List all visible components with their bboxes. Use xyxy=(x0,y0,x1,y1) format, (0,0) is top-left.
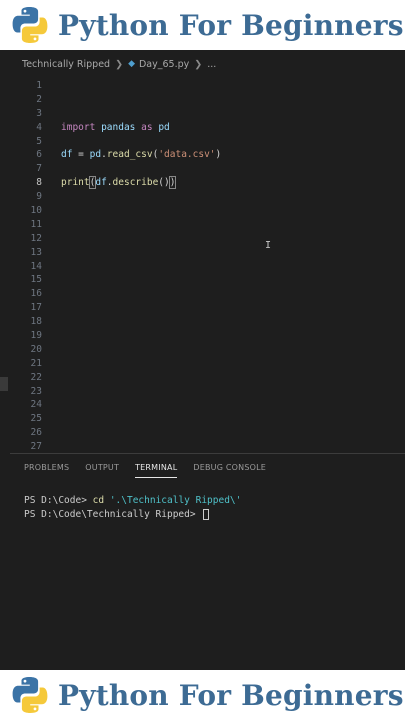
chevron-right-icon: ❯ xyxy=(194,58,203,70)
line-number: 27 xyxy=(30,441,42,453)
line-number-active: 8 xyxy=(36,177,42,189)
line-number: 11 xyxy=(30,218,42,230)
banner-title: Python For Beginners xyxy=(58,678,404,712)
code-line-read-csv[interactable]: df = pd.read_csv('data.csv') xyxy=(61,148,405,162)
line-number: 16 xyxy=(30,288,42,300)
terminal-prompt: PS D:\Code\Technically Ripped> xyxy=(24,509,202,520)
operator: = xyxy=(72,149,90,161)
function-describe: describe xyxy=(112,177,159,189)
line-number: 25 xyxy=(30,413,42,425)
line-number: 24 xyxy=(30,399,42,411)
terminal-cursor xyxy=(203,509,210,520)
line-number: 12 xyxy=(30,232,42,244)
line-number: 2 xyxy=(36,93,42,105)
banner-title: Python For Beginners xyxy=(58,8,404,42)
terminal[interactable]: PS D:\Code> cd '.\Technically Ripped\' P… xyxy=(10,480,405,522)
code-line-import[interactable]: import pandas as pd xyxy=(61,121,405,135)
object-pd: pd xyxy=(89,149,102,161)
line-number: 5 xyxy=(36,135,42,147)
code-line[interactable] xyxy=(61,93,405,107)
line-number: 14 xyxy=(30,260,42,272)
breadcrumb-folder[interactable]: Technically Ripped xyxy=(22,59,110,70)
call-parens: () xyxy=(158,177,170,189)
line-number: 3 xyxy=(36,107,42,119)
variable-df: df xyxy=(61,149,73,161)
chevron-right-icon: ❯ xyxy=(115,58,124,70)
tab-debug-console[interactable]: DEBUG CONSOLE xyxy=(193,457,266,477)
scrollbar-thumb[interactable] xyxy=(0,377,8,391)
bottom-banner: Python For Beginners xyxy=(0,670,405,720)
terminal-argument: '.\Technically Ripped\' xyxy=(109,495,242,506)
module-name: pandas xyxy=(101,121,136,133)
line-number: 10 xyxy=(30,205,42,217)
python-logo-icon xyxy=(12,677,48,713)
breadcrumb: Technically Ripped ❯ ◆ Day_65.py ❯ ... xyxy=(0,50,405,78)
code-line[interactable] xyxy=(61,107,405,121)
line-number: 13 xyxy=(30,246,42,258)
line-number: 20 xyxy=(30,343,42,355)
line-number: 4 xyxy=(36,121,42,133)
python-logo-icon xyxy=(12,7,48,43)
module-alias: pd xyxy=(158,121,170,133)
line-number: 9 xyxy=(36,191,42,203)
code-line[interactable] xyxy=(61,135,405,149)
panel-tabs: PROBLEMS OUTPUT TERMINAL DEBUG CONSOLE xyxy=(10,454,405,480)
function-print: print xyxy=(61,177,90,189)
tab-terminal[interactable]: TERMINAL xyxy=(135,457,178,478)
code-line[interactable] xyxy=(61,162,405,176)
python-file-icon: ◆ xyxy=(128,59,135,69)
line-number: 1 xyxy=(36,80,42,91)
text-cursor xyxy=(175,176,177,189)
tab-problems[interactable]: PROBLEMS xyxy=(24,457,69,477)
line-number: 26 xyxy=(30,427,42,439)
keyword-import: import xyxy=(61,121,96,133)
line-number-gutter: 1 2 3 4 5 6 7 8 9 10 11 12 13 14 15 16 1… xyxy=(0,79,48,454)
function-read-csv: read_csv xyxy=(106,149,153,161)
line-number: 15 xyxy=(30,274,42,286)
terminal-prompt: PS D:\Code> xyxy=(24,495,93,506)
line-number: 7 xyxy=(36,163,42,175)
breadcrumb-file[interactable]: Day_65.py xyxy=(139,59,189,70)
paren-close: ) xyxy=(215,149,222,161)
line-number: 6 xyxy=(36,149,42,161)
mouse-ibeam-icon: I xyxy=(265,240,272,251)
tab-output[interactable]: OUTPUT xyxy=(85,457,119,477)
line-number: 21 xyxy=(30,357,42,369)
bottom-panel: PROBLEMS OUTPUT TERMINAL DEBUG CONSOLE P… xyxy=(10,453,405,671)
line-number: 18 xyxy=(30,316,42,328)
top-banner: Python For Beginners xyxy=(0,0,405,50)
code-line-print[interactable]: print(df.describe()) xyxy=(61,176,405,190)
code-editor[interactable]: Technically Ripped ❯ ◆ Day_65.py ❯ ... 1… xyxy=(0,50,405,671)
breadcrumb-more[interactable]: ... xyxy=(207,59,216,70)
line-number: 17 xyxy=(30,302,42,314)
line-number: 19 xyxy=(30,330,42,342)
variable-df: df xyxy=(95,177,107,189)
keyword-as: as xyxy=(141,121,153,133)
string-literal: 'data.csv' xyxy=(158,149,216,161)
code-line[interactable] xyxy=(61,79,405,93)
terminal-command: cd xyxy=(92,495,105,506)
code-area[interactable]: import pandas as pd df = pd.read_csv('da… xyxy=(61,79,405,190)
terminal-line: PS D:\Code> cd '.\Technically Ripped\' xyxy=(24,494,405,508)
terminal-line: PS D:\Code\Technically Ripped> xyxy=(24,508,405,522)
